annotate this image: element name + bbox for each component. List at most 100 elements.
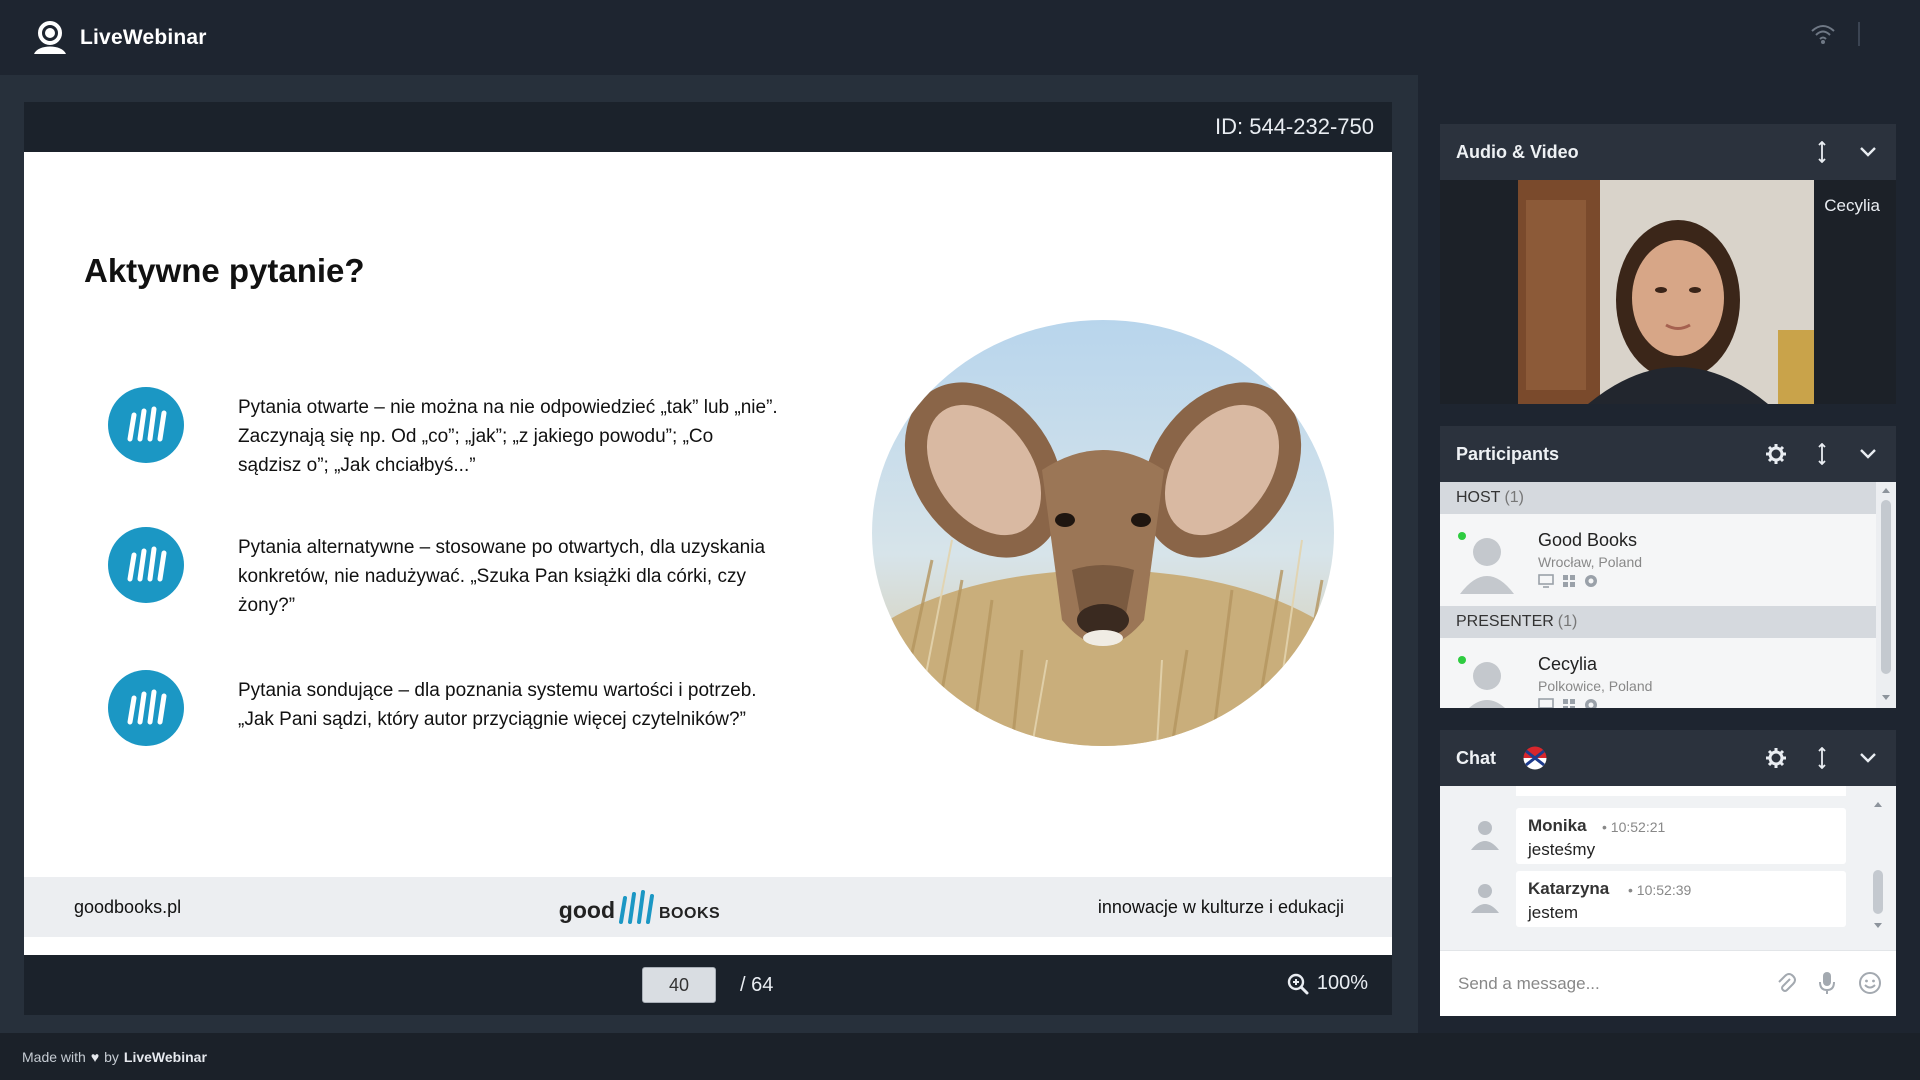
scroll-down-icon[interactable] [1873,922,1883,930]
message-text: jestem [1528,903,1579,922]
participant-item[interactable]: Good Books Wrocław, Poland [1440,514,1876,606]
drag-handle-icon[interactable] [1810,442,1834,466]
chat-message: Katarzyna • 10:52:39 jestem [1516,871,1846,927]
slide-controls: 40 / 64 100% [24,955,1392,1015]
scroll-thumb[interactable] [1873,870,1883,914]
chat-messages: Monika • 10:52:21 jesteśmy Katarzyna • 1… [1440,786,1896,950]
topbar-divider [1858,22,1860,46]
chat-header: Chat [1440,730,1896,786]
participants-panel: Participants HOST (1) Good Books Wrocław… [1440,426,1896,708]
scroll-up-icon[interactable] [1881,486,1891,494]
goodbooks-badge-icon [108,387,184,463]
slide-footer: goodbooks.pl good books innowacje w kult… [24,877,1392,937]
presenter-name-label: Cecylia [1824,196,1880,215]
zoom-in-icon [1287,973,1309,994]
participant-item[interactable]: Cecylia Polkowice, Poland [1440,638,1876,708]
wifi-icon [1811,25,1835,44]
group-label: PRESENTER [1456,613,1554,630]
microphone-icon[interactable] [1818,971,1836,995]
chat-panel: Chat Monika • 10:52:21 jesteśmy Katarzyn… [1440,730,1896,1016]
chat-scrollbar[interactable] [1868,786,1888,950]
scroll-thumb[interactable] [1881,500,1891,674]
browser-icon [1585,575,1597,587]
slide-point-text: Pytania otwarte – nie można na nie odpow… [238,397,778,476]
message-text: jesteśmy [1528,840,1596,859]
group-count: (1) [1504,489,1525,506]
zoom-level: 100% [1316,972,1368,994]
connection-status [1810,22,1860,46]
webinar-id: ID: 544-232-750 [1215,114,1374,139]
page-total: / 64 [740,974,774,996]
language-flag-icon[interactable] [1522,745,1548,771]
settings-gear-icon[interactable] [1764,442,1788,466]
participant-location: Wrocław, Poland [1538,554,1643,570]
heart-icon: ♥ [90,1048,100,1065]
page-number-input[interactable]: 40 [642,967,716,1003]
participant-device-icons [1538,698,1598,708]
panel-title: Participants [1456,443,1560,464]
bottom-credit-bar: Made with ♥ by LiveWebinar [0,1033,1920,1080]
message-time: • 10:52:21 [1602,819,1666,835]
chat-compose [1440,950,1896,1016]
participant-name: Good Books [1538,530,1638,550]
windows-icon [1563,575,1575,587]
zoom-control[interactable]: 100% [1287,972,1368,995]
avatar-icon [1460,538,1514,594]
collapse-chevron-icon[interactable] [1856,746,1880,770]
drag-handle-icon[interactable] [1810,140,1834,164]
avatar-icon [1469,662,1505,708]
audio-video-header: Audio & Video [1440,124,1896,180]
previous-message-fragment [1516,786,1846,796]
emoji-smiley-icon[interactable] [1858,971,1882,995]
presenter-video[interactable] [1518,180,1814,404]
slide-footer-tagline: innowacje w kulturze i edukacji [1097,896,1344,917]
slide-footer-website: goodbooks.pl [74,896,182,917]
scroll-up-icon[interactable] [1873,800,1883,808]
brand-name: LiveWebinar [80,25,207,49]
collapse-chevron-icon[interactable] [1856,442,1880,466]
participants-list: HOST (1) Good Books Wrocław, Poland PRES… [1440,482,1896,708]
scroll-down-icon[interactable] [1881,694,1891,702]
group-count: (1) [1557,613,1578,630]
slide-point: Pytania sondujące – dla poznania systemu… [108,670,808,760]
participant-device-icons [1538,574,1598,588]
participant-location: Polkowice, Poland [1538,678,1653,694]
slide-point: Pytania alternatywne – stosowane po otwa… [108,527,808,617]
avatar-icon [1471,884,1499,913]
by-text: by [104,1048,119,1065]
collapse-chevron-icon[interactable] [1856,140,1880,164]
participants-scrollbar[interactable] [1876,482,1896,708]
made-with-text: Made with [22,1048,86,1065]
chat-message-input[interactable] [1458,971,1758,997]
livewebinar-logo-icon [34,20,66,54]
app-logo[interactable]: LiveWebinar [32,20,207,56]
message-time: • 10:52:39 [1628,882,1692,898]
goodbooks-bars-icon [619,890,654,924]
slide-photo-kudu [872,320,1334,746]
drag-handle-icon[interactable] [1810,746,1834,770]
slide-title: Aktywne pytanie? [84,252,365,289]
message-author: Katarzyna [1528,879,1610,898]
windows-icon [1563,699,1575,708]
chat-message: Monika • 10:52:21 jesteśmy [1516,808,1846,864]
credit-brand-link[interactable]: LiveWebinar [124,1049,207,1065]
goodbooks-badge-icon [108,670,184,746]
presentation-slide: Aktywne pytanie? Pytania otwarte – nie m… [24,152,1392,955]
goodbooks-badge-icon [108,527,184,603]
video-area: Cecylia [1440,180,1896,404]
goodbooks-logo-word1: good [558,897,615,923]
attachment-paperclip-icon[interactable] [1776,971,1796,995]
settings-gear-icon[interactable] [1764,746,1788,770]
browser-icon [1585,699,1597,708]
participants-header: Participants [1440,426,1896,482]
message-author: Monika [1528,816,1587,835]
group-label: HOST [1456,489,1501,506]
participant-group-host[interactable]: HOST (1) [1440,482,1876,514]
top-bar: LiveWebinar [0,0,1920,75]
slide-point-text: Pytania alternatywne – stosowane po otwa… [238,537,766,616]
participant-group-presenter[interactable]: PRESENTER (1) [1440,606,1876,638]
stage-header: ID: 544-232-750 [24,102,1392,152]
goodbooks-logo-word2: books [659,897,721,923]
audio-video-panel: Audio & Video Cecylia [1440,124,1896,404]
participant-name: Cecylia [1538,654,1598,674]
